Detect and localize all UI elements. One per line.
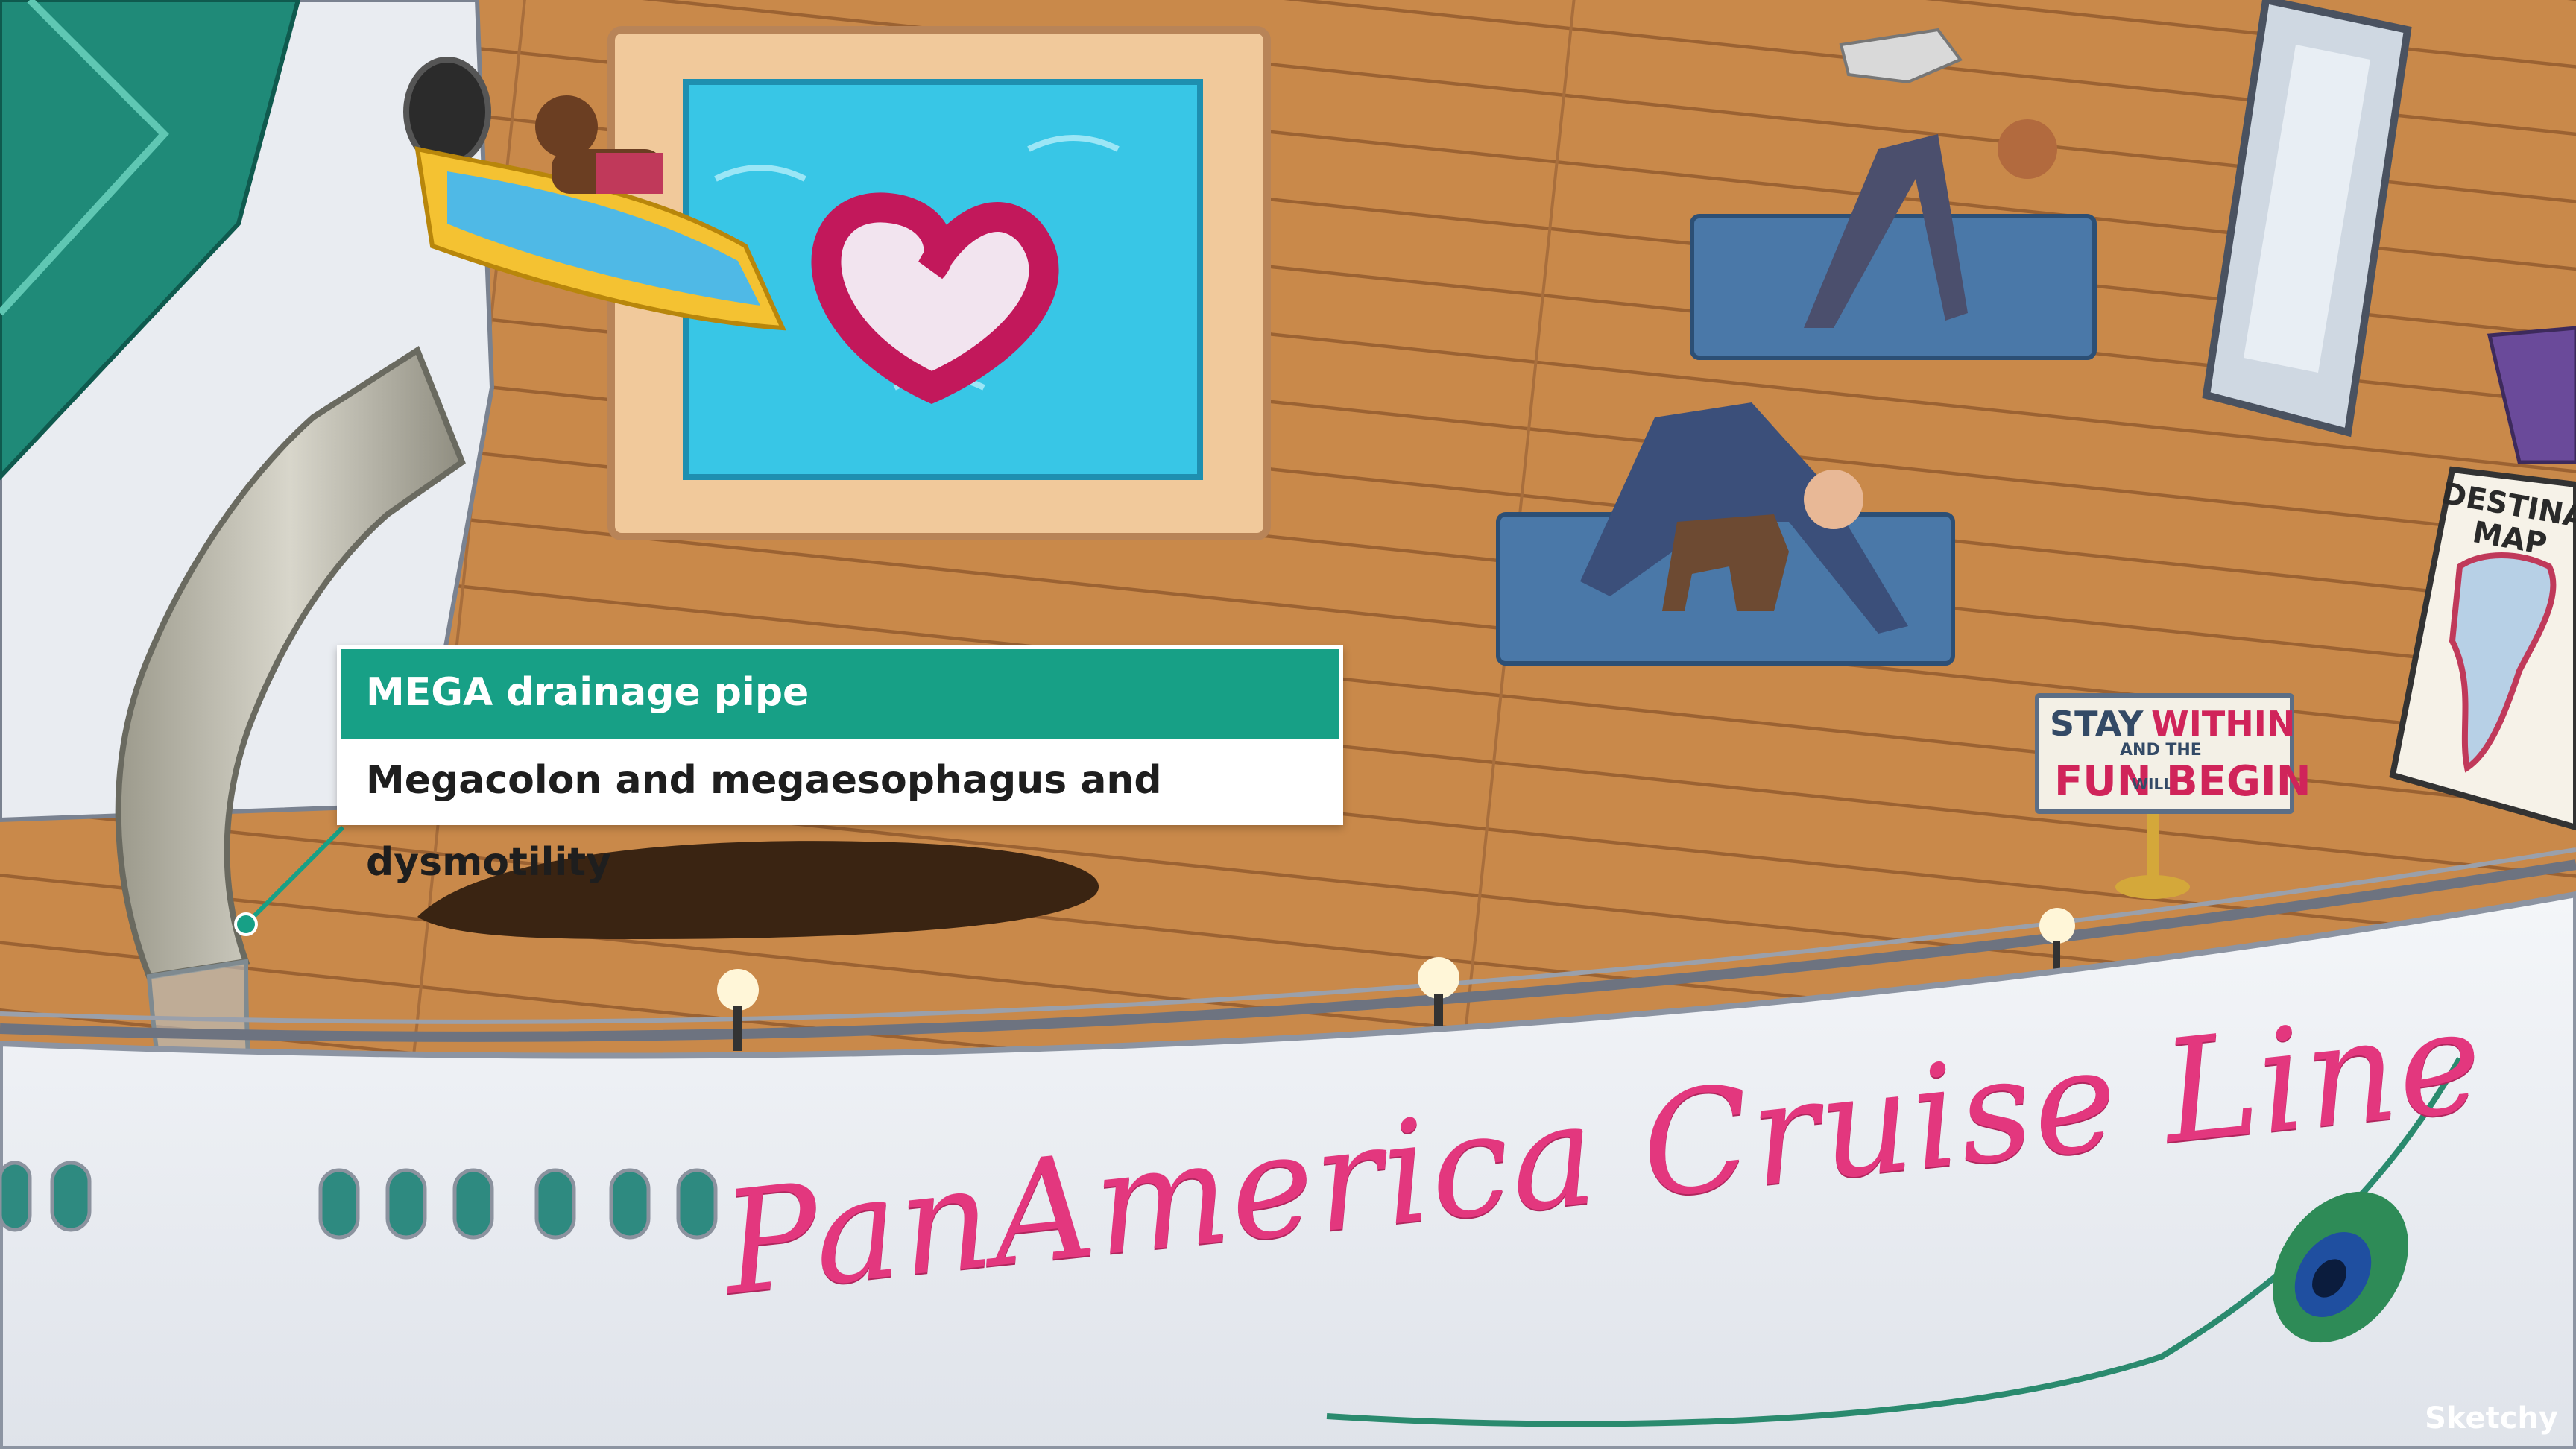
callout-description: Megacolon and megaesophagus and dysmotil… — [341, 736, 1339, 885]
sign-post — [2147, 812, 2159, 880]
sign-word-begin: BEGIN — [2166, 757, 2311, 806]
sketchy-watermark: Sketchy — [2425, 1401, 2558, 1436]
yoga-mat-top — [1690, 214, 2097, 360]
sign-word-within: WITHIN — [2151, 704, 2296, 744]
callout-anchor-dot — [234, 912, 258, 936]
slide-rider — [535, 95, 598, 158]
sign-word-stay: STAY — [2050, 704, 2144, 744]
stay-within-sign: STAY WITHIN AND THE FUN WILL BEGIN — [2035, 693, 2311, 814]
callout-title: MEGA drainage pipe — [341, 649, 1339, 736]
annotation-callout[interactable]: MEGA drainage pipe Megacolon and megaeso… — [337, 645, 1343, 885]
